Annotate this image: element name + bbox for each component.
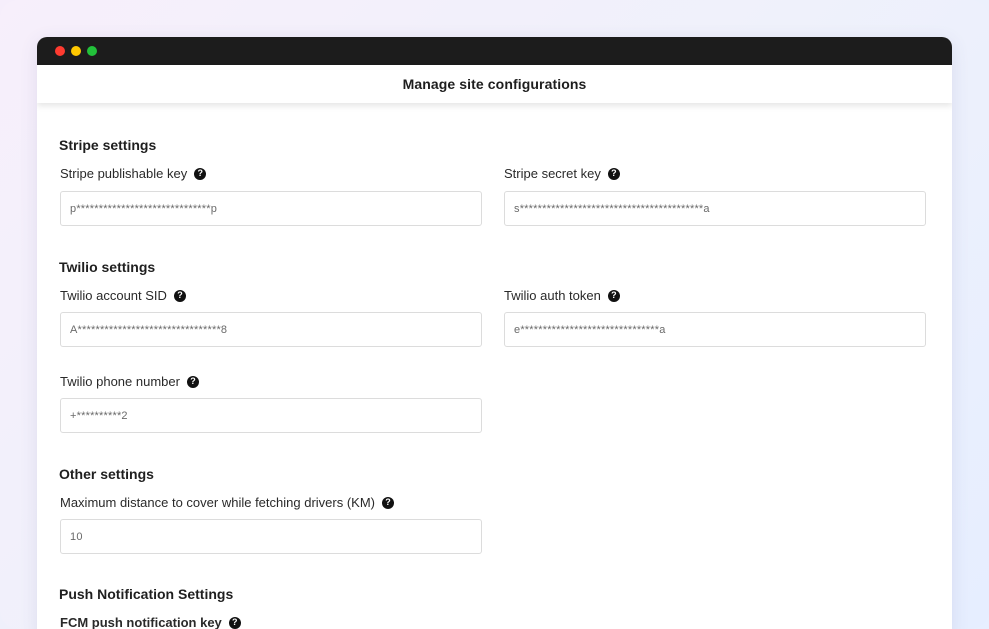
- stripe-publishable-key-label-text: Stripe publishable key: [60, 166, 188, 181]
- help-icon[interactable]: ?: [382, 496, 394, 509]
- page-header: Manage site configurations: [37, 65, 952, 103]
- window-titlebar: [37, 37, 952, 65]
- twilio-auth-token-label-text: Twilio auth token: [504, 288, 601, 303]
- fcm-key-label-text: FCM push notification key: [60, 615, 222, 629]
- page-background: Manage site configurations Stripe settin…: [0, 0, 989, 629]
- stripe-section-title: Stripe settings: [59, 137, 157, 153]
- close-window-button[interactable]: [55, 46, 65, 56]
- help-icon[interactable]: ?: [607, 167, 620, 180]
- settings-form: Stripe settings Stripe publishable key ?…: [37, 103, 952, 629]
- stripe-secret-key-label-text: Stripe secret key: [504, 166, 601, 181]
- help-icon[interactable]: ?: [194, 167, 207, 180]
- help-icon[interactable]: ?: [173, 289, 186, 302]
- stripe-secret-key-label: Stripe secret key ?: [504, 166, 620, 181]
- push-section-title: Push Notification Settings: [59, 586, 234, 602]
- twilio-auth-token-label: Twilio auth token ?: [504, 288, 620, 303]
- twilio-section-title: Twilio settings: [59, 259, 156, 275]
- twilio-account-sid-input[interactable]: A********************************8: [60, 312, 482, 347]
- help-icon[interactable]: ?: [228, 616, 241, 629]
- fcm-key-label: FCM push notification key ?: [60, 615, 241, 629]
- max-distance-label-text: Maximum distance to cover while fetching…: [60, 495, 375, 510]
- max-distance-label: Maximum distance to cover while fetching…: [60, 495, 394, 510]
- browser-window: Manage site configurations Stripe settin…: [37, 37, 952, 629]
- twilio-phone-number-label-text: Twilio phone number: [60, 374, 180, 389]
- twilio-auth-token-input[interactable]: e*******************************a: [504, 312, 926, 347]
- help-icon[interactable]: ?: [186, 375, 199, 388]
- twilio-account-sid-label: Twilio account SID ?: [60, 288, 186, 303]
- maximize-window-button[interactable]: [87, 46, 97, 56]
- help-icon[interactable]: ?: [607, 289, 620, 302]
- minimize-window-button[interactable]: [71, 46, 81, 56]
- stripe-publishable-key-label: Stripe publishable key ?: [60, 166, 207, 181]
- twilio-phone-number-label: Twilio phone number ?: [60, 374, 199, 389]
- stripe-publishable-key-input[interactable]: p******************************p: [60, 191, 482, 226]
- twilio-account-sid-label-text: Twilio account SID: [60, 288, 167, 303]
- other-section-title: Other settings: [59, 466, 154, 482]
- stripe-secret-key-input[interactable]: s***************************************…: [504, 191, 926, 226]
- page-title: Manage site configurations: [402, 76, 587, 92]
- max-distance-input[interactable]: 10: [60, 519, 482, 554]
- twilio-phone-number-input[interactable]: +**********2: [60, 398, 482, 433]
